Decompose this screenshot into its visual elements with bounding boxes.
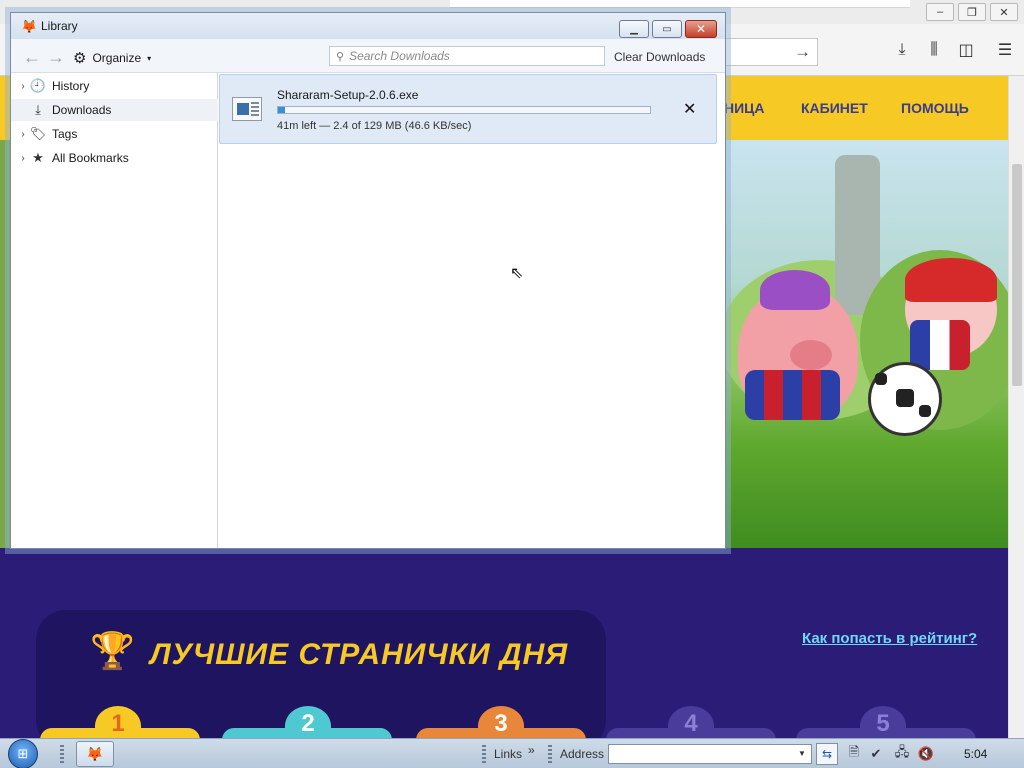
cancel-download-icon[interactable]: ✕ [683,99,696,119]
links-chevron-icon[interactable]: » [528,743,535,757]
browser-url-bar[interactable]: → [712,38,818,66]
downloads-toolbar-icon[interactable]: ⤓ [892,40,912,60]
library-window-title: Library [41,19,78,33]
dropdown-caret-icon: ▾ [147,53,152,63]
sidebar-toolbar-icon[interactable]: ◫ [956,40,976,60]
firefox-app-icon: 🦊 [21,19,38,34]
document-tray-icon[interactable]: 🗎 [846,744,862,762]
sidebar-item-all-bookmarks[interactable]: › ★ All Bookmarks [11,147,218,169]
organize-label: Organize [92,51,142,65]
download-filename: Shararam-Setup-2.0.6.exe [277,88,419,102]
taskbar-clock[interactable]: 5:04 [964,747,987,761]
go-arrow-icon[interactable]: → [794,42,811,62]
gear-icon: ⚙ [73,50,87,67]
sidebar-item-label: All Bookmarks [52,151,129,165]
rating-section: 🏆 ЛУЧШИЕ СТРАНИЧКИ ДНЯ Как попасть в рей… [0,548,1008,750]
nav-link-cabinet[interactable]: КАБИНЕТ [801,100,868,116]
browser-tab-strip[interactable] [450,0,910,8]
network-tray-icon[interactable]: 🖧 [894,744,910,762]
security-tray-icon[interactable]: ✔ [868,746,884,762]
search-icon: ⚲ [336,50,345,63]
library-toolbar-icon[interactable]: ⫼ [924,40,944,60]
library-maximize-button[interactable]: ▭ [652,20,682,38]
clock-icon: 🕘 [29,78,47,93]
soccer-ball [868,362,942,436]
taskbar-grip[interactable] [60,745,64,763]
download-progress-bar [277,106,651,114]
pig-character-snout [790,340,832,370]
expand-chevron-icon[interactable]: › [11,153,29,164]
expand-chevron-icon[interactable]: › [11,81,29,92]
star-icon: ★ [32,150,44,165]
mouse-cursor-icon: ⇖ [510,265,524,282]
organize-menu-button[interactable]: ⚙ Organize ▾ [73,49,151,67]
address-go-button[interactable]: ⇆ [816,743,838,765]
browser-close-button[interactable]: ✕ [990,3,1018,21]
download-item[interactable]: Shararam-Setup-2.0.6.exe 41m left — 2.4 … [219,74,717,144]
sidebar-item-label: Downloads [52,103,112,117]
start-button[interactable]: ⊞ [8,739,38,768]
trophy-icon: 🏆 [90,630,135,671]
sidebar-item-tags[interactable]: › 🏷 Tags [11,123,218,145]
download-icon: ⤓ [35,102,41,117]
hamburger-menu-icon[interactable]: ☰ [995,40,1015,60]
links-toolbar-grip[interactable] [482,745,486,763]
download-progress-fill [278,107,285,113]
links-toolbar-label[interactable]: Links [494,747,522,761]
address-toolbar-grip[interactable] [548,745,552,763]
sidebar-item-downloads[interactable]: ⤓ Downloads [11,99,218,121]
library-toolbar: ← → ⚙ Organize ▾ ⚲ Clear Downloads [11,39,725,73]
library-close-button[interactable]: ✕ [685,20,717,38]
library-window: 🦊 Library ▁ ▭ ✕ ← → ⚙ Organize ▾ ⚲ Clear… [10,12,726,549]
browser-restore-button[interactable]: ❐ [958,3,986,21]
taskbar-address-input[interactable] [608,744,812,764]
hockey-helmet [905,258,997,302]
forward-arrow-icon[interactable]: → [47,47,65,68]
library-titlebar[interactable]: 🦊 Library ▁ ▭ ✕ [11,13,725,39]
address-toolbar-label: Address [560,747,605,761]
sidebar-item-label: History [52,79,90,93]
search-downloads-box[interactable]: ⚲ [329,46,605,66]
downloads-list: Shararam-Setup-2.0.6.exe 41m left — 2.4 … [219,73,725,548]
pig-character-shirt [745,370,840,420]
scrollbar-thumb[interactable] [1012,164,1022,386]
rating-title: ЛУЧШИЕ СТРАНИЧКИ ДНЯ [150,638,569,671]
clear-downloads-button[interactable]: Clear Downloads [614,50,705,64]
sidebar-item-history[interactable]: › 🕘 History [11,75,218,97]
address-dropdown-icon[interactable]: ▼ [798,749,806,758]
sidebar-item-label: Tags [52,127,78,141]
page-vertical-scrollbar[interactable] [1008,76,1024,738]
volume-muted-tray-icon[interactable]: 🔇 [918,746,934,762]
search-downloads-input[interactable] [349,49,590,63]
executable-file-icon [232,97,262,121]
browser-minimize-button[interactable]: – [926,3,954,21]
library-minimize-button[interactable]: ▁ [619,20,649,38]
back-arrow-icon[interactable]: ← [23,47,41,68]
windows-taskbar: ⊞ 🦊 Links » Address ▼ ⇆ 🗎 ✔ 🖧 🔇 5:04 [0,738,1024,768]
taskbar-firefox-button[interactable]: 🦊 [76,741,114,767]
nav-link-nica[interactable]: НИЦА [724,100,765,116]
expand-chevron-icon[interactable]: › [11,129,29,140]
rating-help-link[interactable]: Как попасть в рейтинг? [802,630,977,647]
nav-link-help[interactable]: ПОМОЩЬ [901,100,969,116]
pig-character-hair [760,270,830,310]
tag-icon: 🏷 [29,126,47,141]
download-status-text: 41m left — 2.4 of 129 MB (46.6 KB/sec) [277,120,472,132]
library-sidebar: › 🕘 History ⤓ Downloads › 🏷 Tags › ★ All… [11,73,218,548]
hockey-kid-shirt [910,320,970,370]
